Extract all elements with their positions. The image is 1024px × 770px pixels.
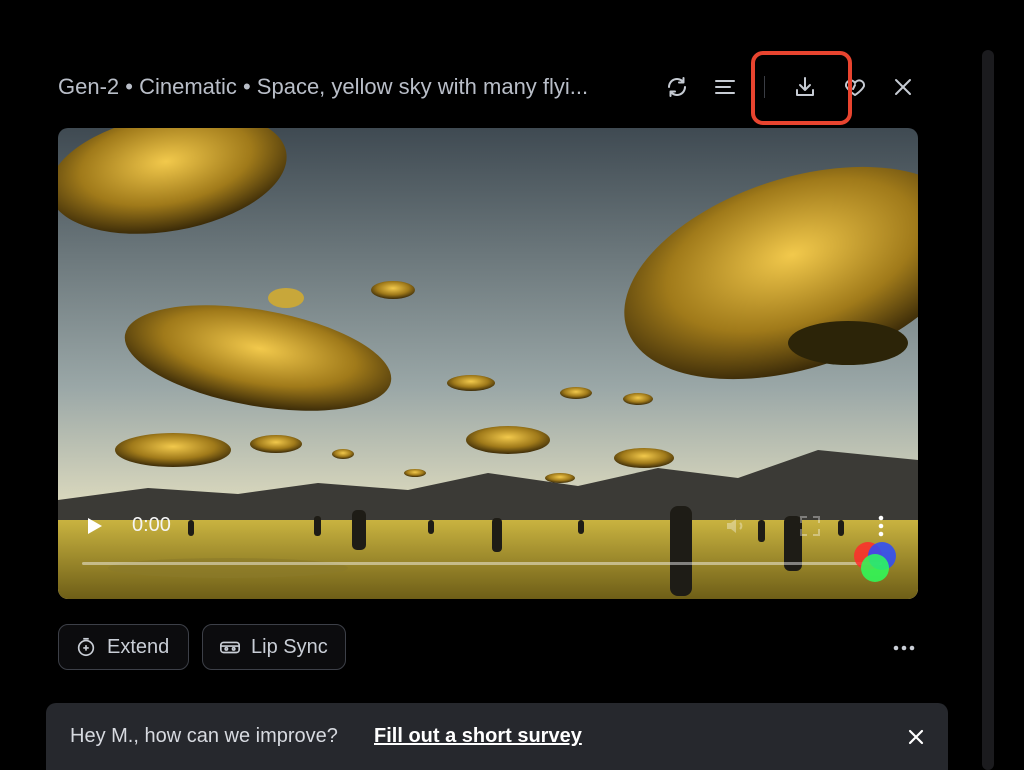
- video-time: 0:00: [132, 514, 171, 536]
- survey-close-icon[interactable]: [906, 727, 926, 747]
- volume-icon[interactable]: [724, 514, 748, 538]
- menu-lines-icon[interactable]: [710, 72, 740, 102]
- extend-label: Extend: [107, 635, 170, 658]
- extend-button[interactable]: Extend: [58, 624, 189, 670]
- download-highlight-box: [751, 51, 852, 125]
- fullscreen-icon[interactable]: [798, 514, 822, 538]
- survey-link[interactable]: Fill out a short survey: [374, 725, 582, 748]
- asset-title: Gen-2 • Cinematic • Space, yellow sky wi…: [58, 74, 589, 99]
- video-player[interactable]: 0:00: [58, 128, 918, 599]
- scrollbar[interactable]: [982, 50, 994, 770]
- video-progress-bar[interactable]: [82, 562, 882, 565]
- vr-headset-icon: [220, 641, 240, 654]
- survey-text: Hey M., how can we improve?: [70, 725, 338, 747]
- lip-sync-button[interactable]: Lip Sync: [202, 624, 346, 670]
- survey-banner: Hey M., how can we improve? Fill out a s…: [46, 703, 948, 770]
- more-vertical-icon[interactable]: [874, 514, 888, 538]
- close-icon[interactable]: [888, 72, 918, 102]
- timer-plus-icon: [77, 637, 95, 657]
- play-icon[interactable]: [84, 516, 104, 536]
- video-controls: 0:00: [58, 508, 918, 568]
- lip-sync-label: Lip Sync: [251, 635, 328, 658]
- refresh-icon[interactable]: [662, 72, 692, 102]
- rgb-logo-icon: [854, 542, 896, 582]
- more-horizontal-icon[interactable]: [890, 638, 918, 658]
